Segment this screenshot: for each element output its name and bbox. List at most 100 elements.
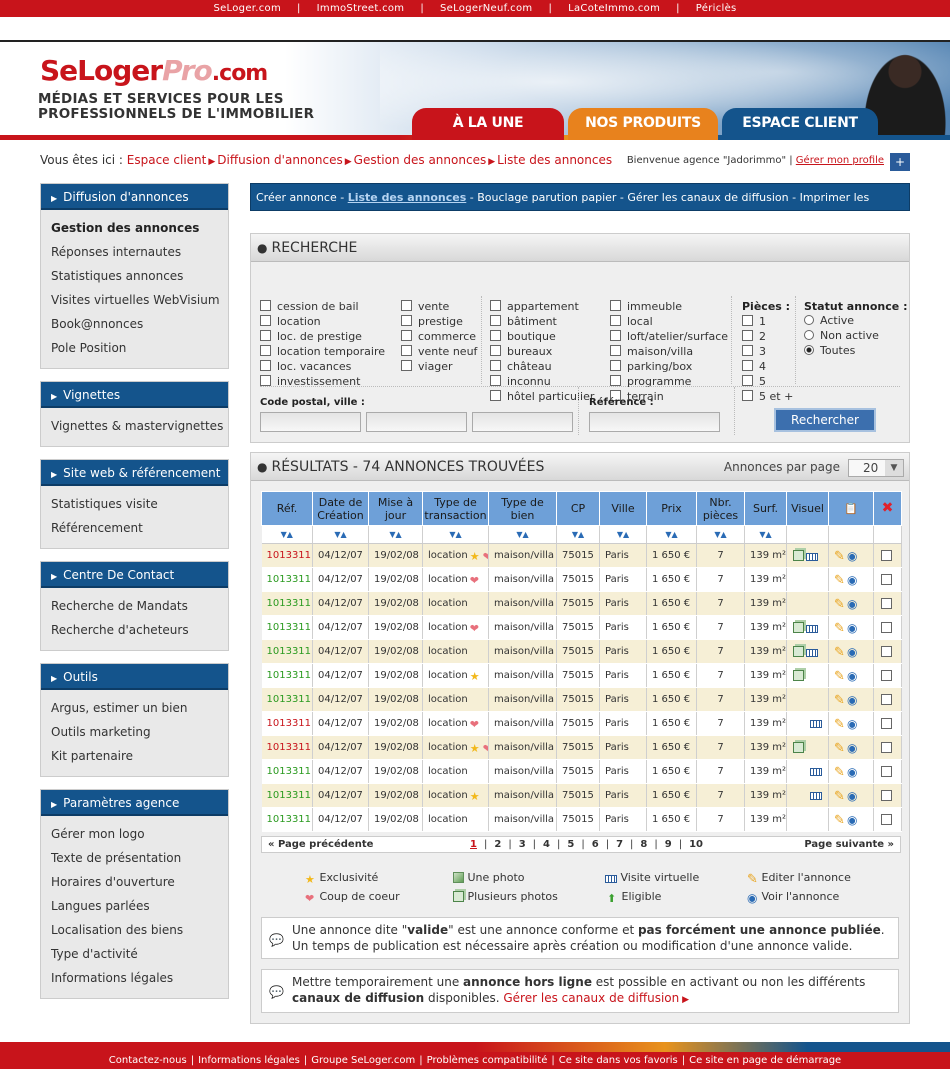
tab-a-la-une[interactable]: À LA UNE xyxy=(412,108,564,140)
subnav-item[interactable]: Créer annonce xyxy=(256,191,337,204)
page-number[interactable]: 5 xyxy=(567,839,574,850)
row-checkbox[interactable] xyxy=(881,789,892,801)
checkbox-option[interactable]: appartement xyxy=(490,300,579,315)
row-checkbox[interactable] xyxy=(881,597,892,609)
checkbox[interactable] xyxy=(610,345,621,356)
sort-cell[interactable]: ▼▲ xyxy=(312,525,369,544)
checkbox-option[interactable]: loft/atelier/surface xyxy=(610,330,728,345)
sidebar-item[interactable]: Gérer mon logo xyxy=(51,822,228,846)
page-number[interactable]: 2 xyxy=(494,839,501,850)
sort-arrows-icon[interactable]: ▼▲ xyxy=(572,530,584,539)
column-header[interactable]: Surf. xyxy=(744,491,787,526)
checkbox[interactable] xyxy=(401,315,412,326)
page-number[interactable]: 9 xyxy=(665,839,672,850)
sidebar-item[interactable]: Recherche d'acheteurs xyxy=(51,618,228,642)
page-number[interactable]: 7 xyxy=(616,839,623,850)
eye-icon[interactable]: ◉ xyxy=(847,574,858,586)
table-row[interactable]: 1013311 04/12/07 19/02/08 location ★ maison/v… xyxy=(261,663,902,688)
pencil-icon[interactable]: ✎ xyxy=(834,598,845,611)
checkbox-option[interactable]: château xyxy=(490,360,552,375)
radio-button[interactable] xyxy=(804,315,814,325)
sidebar-section-header[interactable]: ▶ Paramètres agence xyxy=(41,790,228,816)
checkbox-option[interactable]: prestige xyxy=(401,315,463,330)
virtual-visit-icon[interactable] xyxy=(810,792,822,800)
logo[interactable]: SeLogerPro.com xyxy=(40,54,268,87)
eye-icon[interactable]: ◉ xyxy=(847,814,858,826)
sidebar-item[interactable]: Informations légales xyxy=(51,966,228,990)
checkbox[interactable] xyxy=(401,345,412,356)
table-row[interactable]: 1013311 04/12/07 19/02/08 location ❤ maison/v… xyxy=(261,567,902,592)
footer-link[interactable]: Ce site en page de démarrage xyxy=(689,1055,841,1066)
footer-link[interactable]: Problèmes compatibilité xyxy=(427,1055,548,1066)
radio-option[interactable]: Toutes xyxy=(804,344,855,359)
table-row[interactable]: 1013311 04/12/07 19/02/08 location maison/vi… xyxy=(261,807,902,832)
sort-arrows-icon[interactable]: ▼▲ xyxy=(516,530,528,539)
checkbox[interactable] xyxy=(742,330,753,341)
checkbox-option[interactable]: parking/box xyxy=(610,360,692,375)
checkbox-option[interactable]: 3 xyxy=(742,345,766,360)
checkbox[interactable] xyxy=(610,330,621,341)
column-header[interactable]: Nbr. pièces xyxy=(696,491,745,526)
checkbox[interactable] xyxy=(610,360,621,371)
checkbox[interactable] xyxy=(260,345,271,356)
column-header[interactable]: Type de transaction xyxy=(422,491,489,526)
prev-page-link[interactable]: « Page précédente xyxy=(268,837,373,852)
checkbox[interactable] xyxy=(260,300,271,311)
sidebar-item[interactable]: Visites virtuelles WebVisium xyxy=(51,288,228,312)
sidebar-section-header[interactable]: ▶ Centre De Contact xyxy=(41,562,228,588)
sidebar-item[interactable]: Référencement xyxy=(51,516,228,540)
table-row[interactable]: 1013311 04/12/07 19/02/08 location ❤ maison/v… xyxy=(261,615,902,640)
sidebar-item[interactable]: Horaires d'ouverture xyxy=(51,870,228,894)
eye-icon[interactable]: ◉ xyxy=(847,598,858,610)
virtual-visit-icon[interactable] xyxy=(806,624,818,633)
sidebar-item[interactable]: Outils marketing xyxy=(51,720,228,744)
checkbox-option[interactable]: 4 xyxy=(742,360,766,375)
footer-link[interactable]: Groupe SeLoger.com xyxy=(311,1055,415,1066)
page-number[interactable]: 6 xyxy=(592,839,599,850)
breadcrumb-espace-client[interactable]: Espace client xyxy=(127,153,207,167)
row-checkbox[interactable] xyxy=(881,741,892,753)
footer-link[interactable]: Ce site dans vos favoris xyxy=(559,1055,678,1066)
checkbox-option[interactable]: local xyxy=(610,315,653,330)
sidebar-item[interactable]: Localisation des biens xyxy=(51,918,228,942)
checkbox[interactable] xyxy=(490,300,501,311)
pencil-icon[interactable]: ✎ xyxy=(834,790,845,803)
ref-cell[interactable]: 1013311 xyxy=(261,543,313,568)
subnav-item[interactable]: Liste des annonces xyxy=(348,191,467,204)
top-link[interactable]: SeLoger.com xyxy=(213,0,281,17)
sort-cell[interactable]: ▼▲ xyxy=(368,525,423,544)
checkbox-option[interactable]: loc. de prestige xyxy=(260,330,362,345)
sidebar-item[interactable]: Gestion des annonces xyxy=(51,216,228,240)
breadcrumb-diffusion[interactable]: Diffusion d'annonces xyxy=(217,153,342,167)
ref-cell[interactable]: 1013311 xyxy=(261,783,313,808)
ref-cell[interactable]: 1013311 xyxy=(261,711,313,736)
sidebar-section-header[interactable]: ▶ Site web & référencement xyxy=(41,460,228,486)
page-number[interactable]: 4 xyxy=(543,839,550,850)
ref-cell[interactable]: 1013311 xyxy=(261,759,313,784)
table-row[interactable]: 101331104/12/0719/02/08location★❤maison/… xyxy=(261,543,902,568)
top-link[interactable]: Périclès xyxy=(696,0,737,17)
sidebar-item[interactable]: Argus, estimer un bien xyxy=(51,696,228,720)
ref-cell[interactable]: 1013311 xyxy=(261,615,313,640)
row-checkbox[interactable] xyxy=(881,645,892,657)
checkbox[interactable] xyxy=(490,315,501,326)
row-checkbox[interactable] xyxy=(881,669,892,681)
ref-cell[interactable]: 1013311 xyxy=(261,807,313,832)
checkbox-option[interactable]: 1 xyxy=(742,315,766,330)
column-header[interactable]: CP xyxy=(556,491,600,526)
checkbox-option[interactable]: viager xyxy=(401,360,453,375)
sort-arrows-icon[interactable]: ▼▲ xyxy=(617,530,629,539)
photos-icon[interactable] xyxy=(793,621,804,633)
table-row[interactable]: 1013311 04/12/07 19/02/08 location ❤ maison/v… xyxy=(261,711,902,736)
ref-cell[interactable]: 1013311 xyxy=(261,567,313,592)
sort-arrows-icon[interactable]: ▼▲ xyxy=(281,530,293,539)
row-checkbox[interactable] xyxy=(881,693,892,705)
row-checkbox[interactable] xyxy=(881,549,892,561)
sidebar-item[interactable]: Type d'activité xyxy=(51,942,228,966)
row-checkbox[interactable] xyxy=(881,573,892,585)
virtual-visit-icon[interactable] xyxy=(810,720,822,728)
checkbox[interactable] xyxy=(490,330,501,341)
subnav-item[interactable]: Gérer les canaux de diffusion xyxy=(627,191,788,204)
ref-cell[interactable]: 1013311 xyxy=(261,663,313,688)
breadcrumb-liste[interactable]: Liste des annonces xyxy=(497,153,612,167)
